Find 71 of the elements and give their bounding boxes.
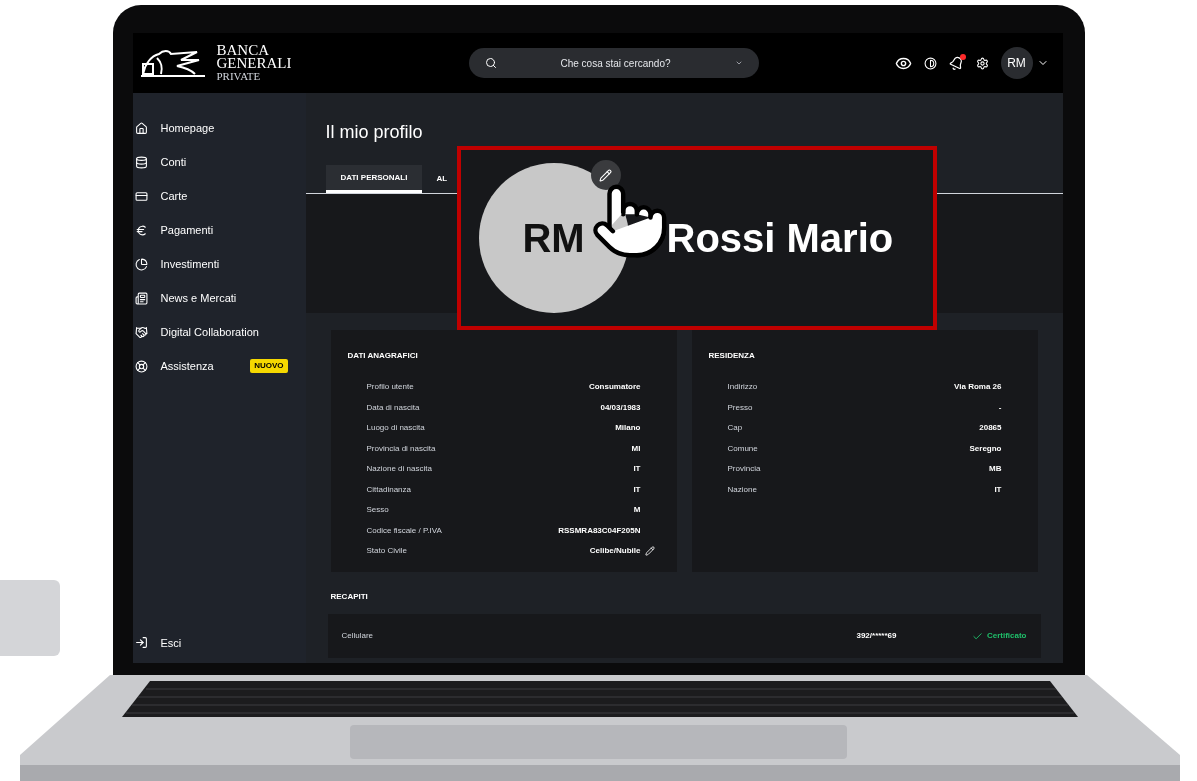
settings-icon[interactable] — [975, 56, 989, 70]
field-value: Milano — [615, 422, 641, 435]
logout-link[interactable]: Esci — [160, 634, 182, 651]
field-value: RSSMRA83C04F205N — [558, 524, 641, 537]
brand-name: BANCA GENERALI PRIVATE — [216, 43, 292, 83]
sidebar-item[interactable]: Digital Collaboration — [160, 323, 259, 341]
field-value: 20865 — [979, 422, 1002, 435]
field-value: MB — [989, 463, 1002, 476]
exit-icon — [134, 636, 148, 650]
sidebar-item[interactable]: Conti — [160, 153, 187, 171]
field-label: Data di nascita — [366, 401, 420, 414]
lifebuoy-icon — [134, 359, 148, 373]
field-label: Comune — [727, 442, 758, 455]
sidebar-item[interactable]: Carte — [160, 187, 188, 205]
field-label: Cittadinanza — [366, 483, 411, 496]
page-title: Il mio profilo — [324, 121, 424, 143]
section-title: RECAPITI — [329, 591, 369, 603]
field-label: Stato Civile — [366, 545, 407, 558]
field-value: IT — [633, 463, 641, 476]
field-label: Presso — [727, 401, 753, 414]
sidebar-item[interactable]: News e Mercati — [160, 289, 237, 307]
newspaper-icon — [134, 291, 148, 305]
field-label: Profilo utente — [366, 381, 414, 394]
search-field[interactable]: Che cosa stai cercando? — [504, 55, 727, 71]
field-value: Via Roma 26 — [954, 381, 1002, 394]
field-value: M — [633, 504, 641, 517]
field-value: - — [998, 401, 1002, 414]
field-label: Nazione — [727, 483, 757, 496]
card-icon — [134, 189, 148, 203]
sidebar-item[interactable]: Investimenti — [160, 255, 220, 273]
database-icon — [134, 155, 148, 169]
field-label: Provincia di nascita — [366, 442, 436, 455]
pie-chart-icon — [134, 257, 148, 271]
search-bar[interactable]: Che cosa stai cercando? — [468, 48, 759, 78]
contrast-icon[interactable] — [923, 56, 937, 70]
field-label: Nazione di nascita — [366, 463, 432, 476]
sidebar-item[interactable]: Homepage — [160, 119, 215, 137]
field-label: Codice fiscale / P.IVA — [366, 524, 442, 537]
pencil-icon — [599, 168, 612, 182]
edit-photo-button[interactable] — [590, 160, 621, 190]
new-badge: NUOVO — [250, 359, 288, 373]
tab[interactable]: AL — [422, 165, 448, 193]
sidebar-item[interactable]: Pagamenti — [160, 221, 214, 239]
field-value: IT — [633, 483, 641, 496]
field-value: 04/03/1983 — [600, 401, 641, 414]
home-icon — [134, 121, 148, 135]
euro-icon — [134, 223, 148, 237]
section-title: RESIDENZA — [708, 350, 756, 362]
field-label: Luogo di nascita — [366, 422, 425, 435]
profile-name: Rossi Mario — [666, 215, 894, 262]
search-icon — [484, 57, 497, 69]
bell-icon[interactable] — [948, 55, 964, 71]
field-label: Provincia — [727, 463, 761, 476]
field-value: Consumatore — [588, 381, 641, 394]
field-value: IT — [994, 483, 1002, 496]
field-value: Celibe/Nubile — [589, 545, 641, 558]
avatar-button[interactable]: RM — [1000, 47, 1033, 79]
field-value: MI — [631, 442, 641, 455]
edit-icon[interactable] — [644, 546, 655, 557]
status-label: Certificato — [986, 630, 1027, 642]
field-value: 392/*****69 — [856, 630, 897, 642]
chevron-icon — [734, 59, 743, 67]
field-label: Indirizzo — [727, 381, 758, 394]
section-title: DATI ANAGRAFICI — [347, 350, 419, 362]
field-label: Sesso — [366, 504, 389, 517]
field-value: Seregno — [969, 442, 1002, 455]
field-label: Cellulare — [341, 630, 374, 642]
sidebar-item[interactable]: Assistenza — [160, 357, 214, 375]
field-label: Cap — [727, 422, 743, 435]
handshake-icon — [134, 325, 148, 339]
tab[interactable]: DATI PERSONALI — [325, 165, 423, 193]
